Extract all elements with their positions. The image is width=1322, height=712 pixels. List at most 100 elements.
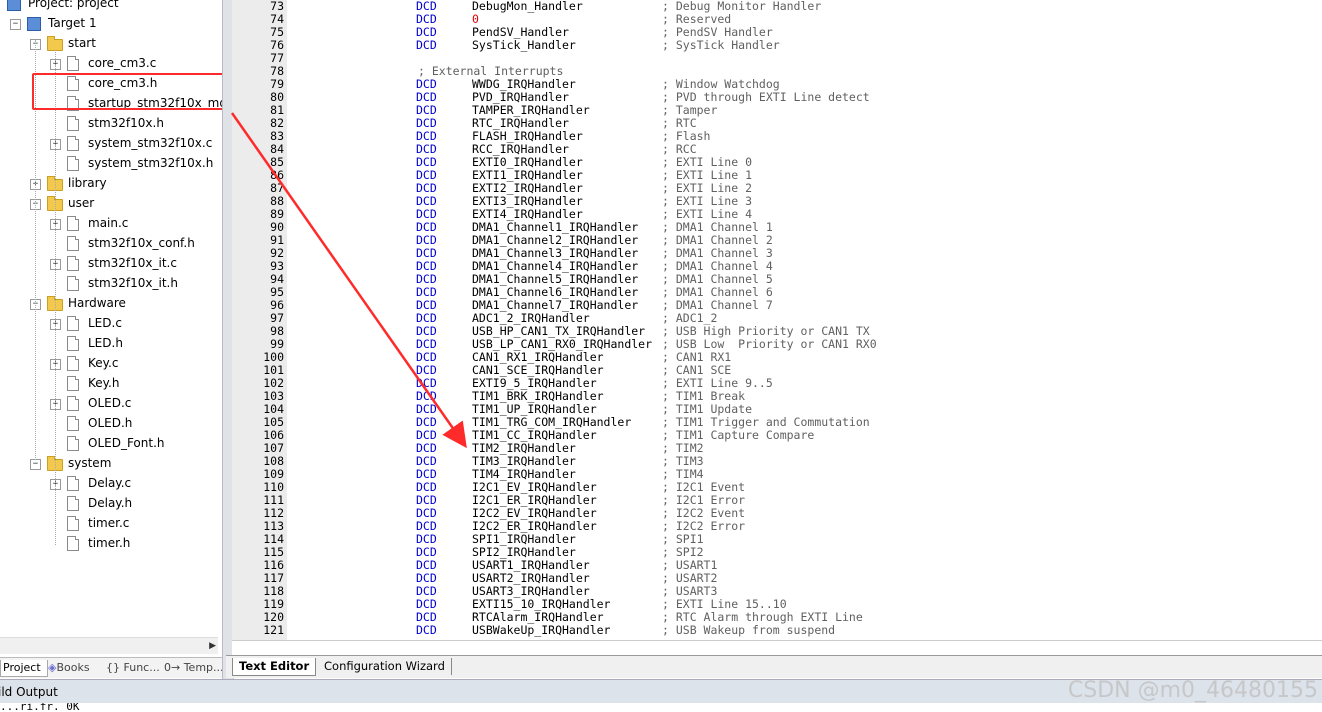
tree-file[interactable]: timer.c (0, 514, 222, 532)
code-line: 83 DCD FLASH_IRQHandler; Flash (232, 130, 1322, 143)
tree-file[interactable]: Delay.h (0, 494, 222, 512)
code-line: 89 DCD EXTI4_IRQHandler; EXTI Line 4 (232, 208, 1322, 221)
file-icon (67, 156, 79, 171)
tree-item-label: timer.c (88, 516, 130, 530)
tree-group-system[interactable]: − system (0, 454, 222, 472)
tree-file[interactable]: + system_stm32f10x.c (0, 134, 222, 152)
code-line: 91 DCD DMA1_Channel2_IRQHandler; DMA1 Chan… (232, 234, 1322, 247)
tab-configuration-wizard[interactable]: Configuration Wizard (318, 658, 452, 675)
tab-project[interactable]: Project (0, 660, 48, 677)
tree-item-label: Project: project (28, 0, 119, 10)
file-icon (67, 496, 79, 511)
tree-item-label: LED.h (88, 336, 123, 350)
tree-item-label: timer.h (88, 536, 131, 550)
tree-group-hardware[interactable]: − Hardware (0, 294, 222, 312)
tab-functions[interactable]: {} Func... (104, 660, 162, 676)
file-icon (67, 276, 79, 291)
code-line: 117 DCD USART2_IRQHandler; USART2 (232, 572, 1322, 585)
file-icon (67, 116, 79, 131)
code-line: 93 DCD DMA1_Channel4_IRQHandler; DMA1 Chan… (232, 260, 1322, 273)
tree-file[interactable]: + LED.c (0, 314, 222, 332)
code-line: 108 DCD TIM3_IRQHandler; TIM3 (232, 455, 1322, 468)
tree-file[interactable]: + stm32f10x_it.c (0, 254, 222, 272)
tab-books[interactable]: ◈Books (46, 660, 102, 676)
tree-item-label: Target 1 (48, 16, 97, 30)
tree-file[interactable]: LED.h (0, 334, 222, 352)
file-icon (67, 376, 79, 391)
tree-item-label: stm32f10x_it.h (88, 276, 178, 290)
scroll-right-arrow-icon[interactable]: ▶ (209, 641, 216, 651)
tree-file[interactable]: OLED_Font.h (0, 434, 222, 452)
code-line: 84 DCD RCC_IRQHandler; RCC (232, 143, 1322, 156)
tree-group-library[interactable]: + library (0, 174, 222, 192)
line-number: 121 (263, 623, 284, 637)
code-line: 100 DCD CAN1_RX1_IRQHandler; CAN1 RX1 (232, 351, 1322, 364)
tree-file[interactable]: stm32f10x_it.h (0, 274, 222, 292)
tree-item-label: Key.h (88, 376, 120, 390)
collapse-icon[interactable]: − (10, 19, 21, 30)
editor-hscrollbar[interactable] (232, 640, 1322, 655)
tree-file[interactable]: + main.c (0, 214, 222, 232)
build-output-body: ...ri.fr. 0K (0, 703, 1322, 712)
tree-file[interactable]: + core_cm3.c (0, 54, 222, 72)
tree-item-label: start (68, 36, 96, 50)
code-line: 99 DCD USB_LP_CAN1_RX0_IRQHandler; USB Low… (232, 338, 1322, 351)
code-line: 85 DCD EXTI0_IRQHandler; EXTI Line 0 (232, 156, 1322, 169)
code-line: 92 DCD DMA1_Channel3_IRQHandler; DMA1 Chan… (232, 247, 1322, 260)
tree-item-label: stm32f10x.h (88, 116, 164, 130)
code-line: 74 DCD 0; Reserved (232, 13, 1322, 26)
tree-item-label: OLED.h (88, 416, 133, 430)
code-line: 96 DCD DMA1_Channel7_IRQHandler; DMA1 Chan… (232, 299, 1322, 312)
tree-file[interactable]: + Delay.c (0, 474, 222, 492)
tree-item-label: user (68, 196, 95, 210)
tree-file[interactable]: timer.h (0, 534, 222, 552)
tree-file[interactable]: + OLED.c (0, 394, 222, 412)
file-icon (67, 316, 79, 331)
code-line: 94 DCD DMA1_Channel5_IRQHandler; DMA1 Chan… (232, 273, 1322, 286)
code-line: 102 DCD EXTI9_5_IRQHandler; EXTI Line 9..5 (232, 377, 1322, 390)
tree-root-project[interactable]: Project: project (0, 0, 222, 12)
tree-item-label: stm32f10x_conf.h (88, 236, 195, 250)
code-line: 110 DCD I2C1_EV_IRQHandler; I2C1 Event (232, 481, 1322, 494)
tree-item-label: core_cm3.c (88, 56, 157, 70)
tree-group-user[interactable]: − user (0, 194, 222, 212)
tree-file[interactable]: OLED.h (0, 414, 222, 432)
directive-keyword: DCD (416, 38, 437, 52)
tree-group-start[interactable]: − start (0, 34, 222, 52)
code-line: 116 DCD USART1_IRQHandler; USART1 (232, 559, 1322, 572)
file-icon (67, 136, 79, 151)
tree-file[interactable]: stm32f10x.h (0, 114, 222, 132)
file-icon (67, 516, 79, 531)
tree-file[interactable]: + Key.c (0, 354, 222, 372)
file-icon (67, 236, 79, 251)
tree-file[interactable]: system_stm32f10x.h (0, 154, 222, 172)
code-line: 81 DCD TAMPER_IRQHandler; Tamper (232, 104, 1322, 117)
handler-name: SysTick_Handler (472, 38, 576, 52)
code-line: 107 DCD TIM2_IRQHandler; TIM2 (232, 442, 1322, 455)
project-panel-tabs: Project ◈Books {} Func... 0→ Temp... (0, 657, 224, 678)
annotation-highlight-box (32, 73, 222, 110)
handler-name: DebugMon_Handler (472, 0, 583, 13)
line-comment: ; USB Wakeup from suspend (662, 623, 836, 637)
file-icon (67, 416, 79, 431)
collapse-icon[interactable]: − (30, 459, 41, 470)
code-line: 73 DCD DebugMon_Handler; Debug Monitor Han… (232, 0, 1322, 13)
code-line: 88 DCD EXTI3_IRQHandler; EXTI Line 3 (232, 195, 1322, 208)
project-tree-hscrollbar[interactable]: ▶ (0, 637, 218, 654)
tree-guide-line (55, 50, 56, 545)
tree-item-label: OLED_Font.h (88, 436, 165, 450)
tab-text-editor[interactable]: Text Editor (232, 658, 317, 676)
code-line: 115 DCD SPI2_IRQHandler; SPI2 (232, 546, 1322, 559)
file-icon (67, 396, 79, 411)
code-line: 95 DCD DMA1_Channel6_IRQHandler; DMA1 Chan… (232, 286, 1322, 299)
tree-item-label: Delay.h (88, 496, 133, 510)
code-line: 114 DCD SPI1_IRQHandler; SPI1 (232, 533, 1322, 546)
file-icon (67, 56, 79, 71)
tree-target[interactable]: − Target 1 (0, 14, 222, 32)
tree-item-label: OLED.c (88, 396, 132, 410)
tree-file[interactable]: stm32f10x_conf.h (0, 234, 222, 252)
code-editor[interactable]: 73 DCD DebugMon_Handler; Debug Monitor Han… (232, 0, 1322, 640)
tree-file[interactable]: Key.h (0, 374, 222, 392)
tab-templates[interactable]: 0→ Temp... (162, 660, 224, 676)
code-line: 101 DCD CAN1_SCE_IRQHandler; CAN1 SCE (232, 364, 1322, 377)
